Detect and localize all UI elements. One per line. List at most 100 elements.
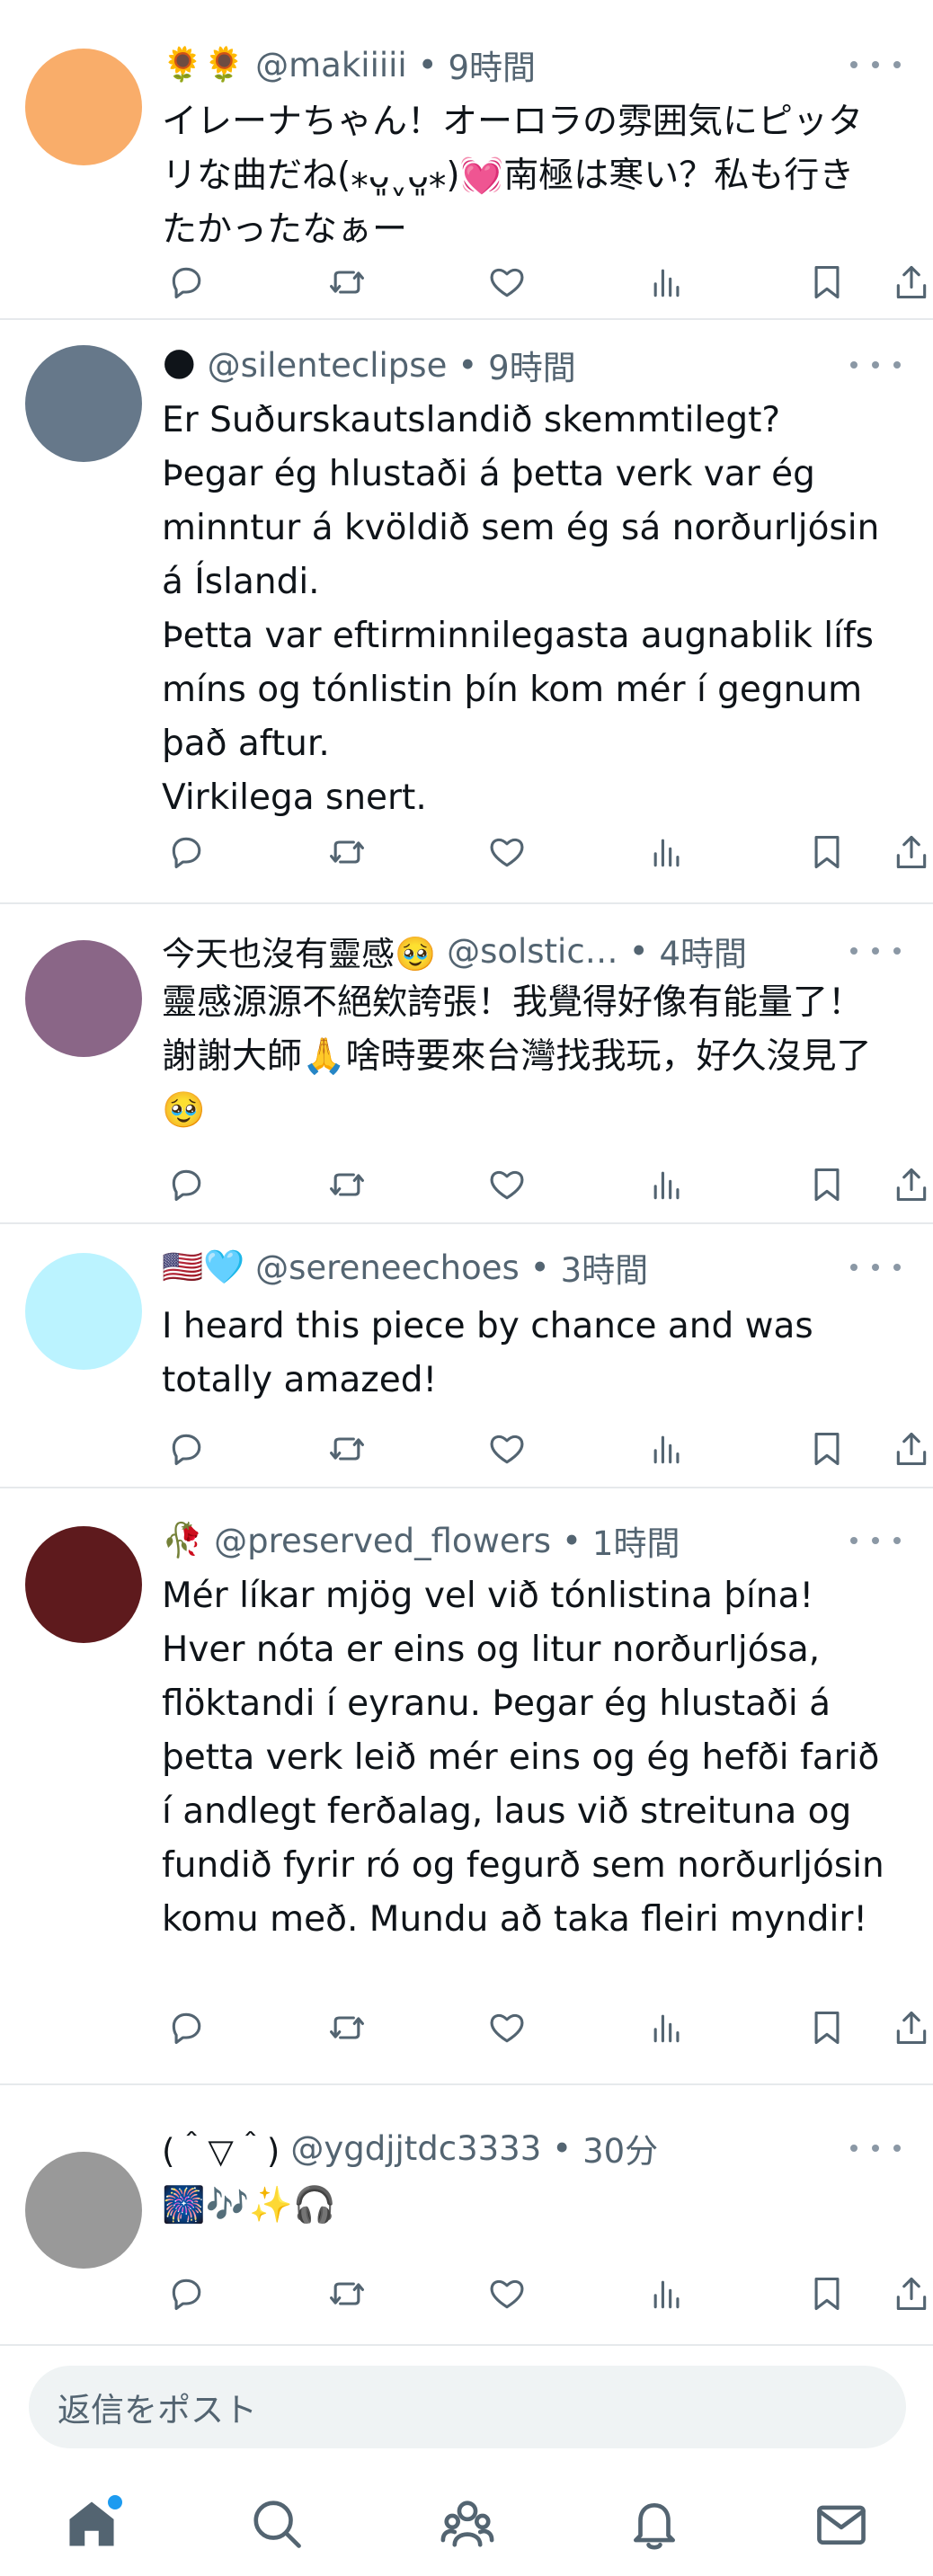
reply-button[interactable] [162, 2269, 212, 2319]
user-handle[interactable]: @sereneechoes [255, 1248, 520, 1287]
like-icon [490, 268, 524, 298]
user-handle[interactable]: @ygdjjtdc3333 [290, 2129, 541, 2168]
share-button[interactable] [886, 1159, 933, 1210]
views-button[interactable] [642, 1424, 692, 1474]
reply-post[interactable]: 🌻🌻 @makiiiii • 9時間 イレーナちゃん！オーロラの雰囲気にピッタリな曲だね… [0, 0, 933, 320]
reply-post[interactable]: 今天也沒有靈感🥹 @solstic… • 4時間 靈感源源不絕欸誇張！我覺得好像有能量了… [0, 904, 933, 1224]
views-button[interactable] [642, 827, 692, 877]
like-button[interactable] [482, 1424, 532, 1474]
like-button[interactable] [482, 2003, 532, 2053]
like-button[interactable] [482, 2269, 532, 2319]
display-name[interactable]: 🌻🌻 [162, 45, 244, 84]
share-button[interactable] [886, 257, 933, 307]
share-button[interactable] [886, 2003, 933, 2053]
reply-icon [172, 267, 201, 299]
reply-icon [172, 2012, 201, 2045]
post-meta: (＾▽＾) @ygdjjtdc3333 • 30分 [162, 2125, 825, 2172]
more-icon[interactable] [850, 2130, 901, 2166]
messages-icon [817, 2505, 866, 2545]
avatar[interactable] [25, 1253, 142, 1370]
more-icon[interactable] [850, 1249, 901, 1285]
views-icon [653, 269, 680, 298]
display-name[interactable]: 今天也沒有靈感🥹 [162, 928, 436, 974]
display-name[interactable]: 🥀 [162, 1521, 203, 1560]
bookmark-button[interactable] [802, 1159, 852, 1210]
nav-home[interactable] [58, 2490, 126, 2558]
reply-composer[interactable]: 返信をポスト [29, 2366, 906, 2448]
share-icon [896, 1432, 927, 1466]
nav-notifications[interactable] [620, 2490, 689, 2558]
meta-separator: • [417, 45, 438, 84]
views-button[interactable] [642, 1159, 692, 1210]
more-icon[interactable] [850, 47, 901, 83]
meta-separator: • [628, 931, 649, 971]
avatar[interactable] [25, 1526, 142, 1643]
meta-separator: • [562, 1521, 582, 1560]
nav-messages[interactable] [807, 2490, 875, 2558]
post-meta: 🌻🌻 @makiiiii • 9時間 [162, 41, 825, 88]
bookmark-icon [814, 2277, 840, 2311]
reply-button[interactable] [162, 2003, 212, 2053]
views-icon [653, 2014, 680, 2043]
avatar[interactable] [25, 940, 142, 1057]
bookmark-button[interactable] [802, 1424, 852, 1474]
reply-button[interactable] [162, 257, 212, 307]
share-button[interactable] [886, 1424, 933, 1474]
display-name[interactable]: 🌑 [162, 346, 197, 385]
post-meta: 🌑 @silenteclipse • 9時間 [162, 342, 825, 388]
repost-button[interactable] [322, 1159, 372, 1210]
user-handle[interactable]: @silenteclipse [208, 346, 448, 385]
like-button[interactable] [482, 1159, 532, 1210]
reply-icon [172, 837, 201, 869]
views-button[interactable] [642, 2269, 692, 2319]
reply-button[interactable] [162, 1159, 212, 1210]
repost-button[interactable] [322, 2003, 372, 2053]
user-handle[interactable]: @preserved_flowers [214, 1522, 551, 1560]
bookmark-button[interactable] [802, 257, 852, 307]
share-icon [896, 835, 927, 869]
bookmark-button[interactable] [802, 2003, 852, 2053]
views-button[interactable] [642, 257, 692, 307]
reply-placeholder: 返信をポスト [58, 2391, 257, 2429]
bottom-nav [0, 2474, 933, 2576]
display-name[interactable]: 🇺🇸🩵 [162, 1248, 244, 1287]
like-icon [490, 1170, 524, 1200]
post-text: 🎆🎶✨🎧 [162, 2185, 337, 2225]
views-button[interactable] [642, 2003, 692, 2053]
reply-button[interactable] [162, 827, 212, 877]
more-icon[interactable] [850, 933, 901, 969]
reply-post[interactable]: 🌑 @silenteclipse • 9時間 Er Suðurskautslandið … [0, 320, 933, 904]
bookmark-icon [814, 1432, 840, 1466]
share-icon [896, 2011, 927, 2045]
views-icon [653, 2280, 680, 2309]
user-handle[interactable]: @makiiiii [255, 46, 407, 84]
post-time: 4時間 [659, 935, 748, 973]
share-button[interactable] [886, 2269, 933, 2319]
notifications-icon [634, 2503, 675, 2550]
nav-communities[interactable] [433, 2490, 502, 2558]
user-handle[interactable]: @solstic… [447, 932, 618, 971]
meta-separator: • [529, 1248, 550, 1287]
more-icon[interactable] [850, 347, 901, 383]
like-icon [490, 838, 524, 867]
avatar[interactable] [25, 49, 142, 165]
reply-button[interactable] [162, 1424, 212, 1474]
display-name[interactable]: (＾▽＾) [162, 2125, 280, 2172]
like-button[interactable] [482, 827, 532, 877]
more-icon[interactable] [850, 1523, 901, 1559]
avatar[interactable] [25, 2152, 142, 2269]
repost-button[interactable] [322, 827, 372, 877]
share-button[interactable] [886, 827, 933, 877]
reply-post[interactable]: 🥀 @preserved_flowers • 1時間 Mér líkar mjög ve… [0, 1488, 933, 2085]
bookmark-button[interactable] [802, 827, 852, 877]
repost-button[interactable] [322, 2269, 372, 2319]
nav-search[interactable] [243, 2490, 311, 2558]
reply-post[interactable]: 🇺🇸🩵 @sereneechoes • 3時間 I heard this piece b… [0, 1224, 933, 1488]
repost-button[interactable] [322, 257, 372, 307]
reply-post[interactable]: (＾▽＾) @ygdjjtdc3333 • 30分 🎆🎶✨🎧 [0, 2085, 933, 2346]
bookmark-button[interactable] [802, 2269, 852, 2319]
repost-button[interactable] [322, 1424, 372, 1474]
post-meta: 🇺🇸🩵 @sereneechoes • 3時間 [162, 1244, 825, 1291]
like-button[interactable] [482, 257, 532, 307]
avatar[interactable] [25, 345, 142, 462]
